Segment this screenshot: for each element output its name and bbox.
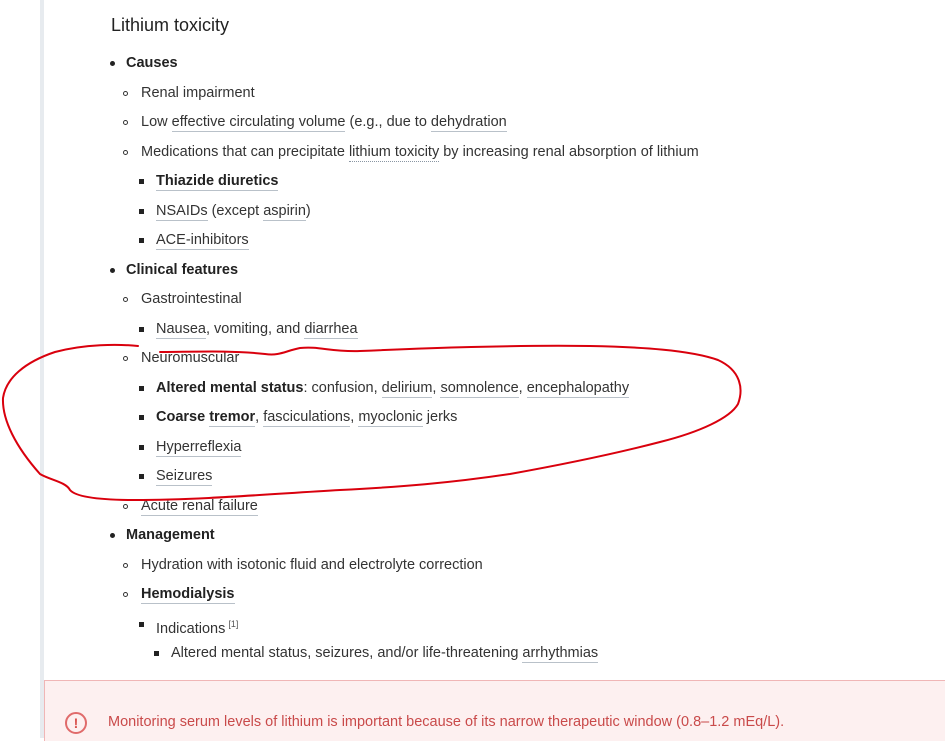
warning-callout: ! Monitoring serum levels of lithium is … [44, 680, 945, 741]
bullet-disc [110, 268, 115, 273]
link-tremor[interactable]: tremor [209, 409, 256, 427]
bullet-square [154, 651, 159, 656]
reference-link[interactable]: [1] [228, 619, 238, 629]
red-annotation-circle [1, 343, 742, 501]
med-thiazide: Thiazide diuretics [156, 171, 279, 191]
bullet-square [139, 179, 144, 184]
text: : confusion, [303, 380, 382, 396]
link-acute-renal-failure[interactable]: Acute renal failure [141, 498, 258, 516]
med-nsaids: NSAIDs (except aspirin) [156, 201, 311, 221]
gi-symptoms: Nausea, vomiting, and diarrhea [156, 319, 358, 339]
bullet-circle [123, 120, 128, 125]
alert-icon: ! [65, 712, 87, 734]
section-title: Lithium toxicity [111, 15, 230, 35]
management-label: Management [126, 527, 215, 543]
link-fasciculations[interactable]: fasciculations [263, 409, 351, 427]
bullet-square [139, 415, 144, 420]
clinical-gi: Gastrointestinal [141, 291, 242, 307]
cause-low-volume: Low effective circulating volume (e.g., … [141, 112, 507, 132]
bullet-circle [123, 356, 128, 361]
hemodialysis-indications: Indications [1] [156, 614, 238, 639]
link-encephalopathy[interactable]: encephalopathy [526, 380, 630, 398]
text: Medications that can precipitate [141, 144, 349, 160]
bullet-circle [123, 150, 128, 155]
management-hydration: Hydration with isotonic fluid and electr… [141, 557, 483, 573]
link-aspirin[interactable]: aspirin [263, 203, 306, 221]
med-ace: ACE-inhibitors [156, 230, 249, 250]
clinical-arf: Acute renal failure [141, 496, 258, 516]
text: , vomiting, and [205, 321, 305, 337]
link-dehydration[interactable]: dehydration [430, 114, 507, 132]
text: (except [207, 203, 264, 219]
bullet-circle [123, 91, 128, 96]
text: (e.g., due to [345, 114, 431, 130]
text: by increasing renal absorption of lithiu… [439, 144, 699, 160]
bullet-disc [110, 61, 115, 66]
link-arrhythmias[interactable]: arrhythmias [522, 645, 599, 663]
link-thiazide-diuretics[interactable]: Thiazide diuretics [156, 173, 279, 191]
link-nsaids[interactable]: NSAIDs [156, 203, 208, 221]
indications-detail: Altered mental status, seizures, and/or … [171, 643, 599, 663]
neuro-hyperreflexia: Hyperreflexia [156, 437, 242, 457]
clinical-label: Clinical features [126, 262, 239, 278]
management-hemodialysis: Hemodialysis [141, 584, 235, 604]
clinical-neuro: Neuromuscular [141, 350, 240, 366]
neuro-seizures: Seizures [156, 466, 213, 486]
bullet-square [139, 474, 144, 479]
link-seizures[interactable]: Seizures [156, 468, 213, 486]
text: , [518, 380, 527, 396]
bullet-square [139, 622, 144, 627]
neuro-ams: Altered mental status: confusion, deliri… [156, 378, 630, 398]
link-diarrhea[interactable]: diarrhea [304, 321, 358, 339]
cause-medications: Medications that can precipitate lithium… [141, 142, 699, 162]
bullet-circle [123, 297, 128, 302]
link-somnolence[interactable]: somnolence [440, 380, 519, 398]
text: jerks [422, 409, 458, 425]
link-delirium[interactable]: delirium [381, 380, 433, 398]
bullet-square [139, 386, 144, 391]
text: Low [141, 114, 172, 130]
link-hyperreflexia[interactable]: Hyperreflexia [156, 439, 242, 457]
bullet-square [139, 445, 144, 450]
link-ace-inhibitors[interactable]: ACE-inhibitors [156, 232, 249, 250]
alert-text: Monitoring serum levels of lithium is im… [108, 714, 785, 730]
link-hemodialysis[interactable]: Hemodialysis [141, 586, 235, 604]
left-border [40, 0, 44, 738]
text: , [255, 409, 264, 425]
neuro-tremor: Coarse tremor, fasciculations, myoclonic… [156, 407, 457, 427]
bullet-circle [123, 563, 128, 568]
bullet-square [139, 209, 144, 214]
causes-label: Causes [126, 55, 178, 71]
bullet-square [139, 238, 144, 243]
bullet-disc [110, 533, 115, 538]
text: Altered mental status, seizures, and/or … [171, 645, 523, 661]
bullet-square [139, 327, 144, 332]
link-effective-circulating-volume[interactable]: effective circulating volume [171, 114, 346, 132]
bullet-circle [123, 592, 128, 597]
text-bold: Altered mental status [156, 380, 304, 396]
link-myoclonic[interactable]: myoclonic [358, 409, 423, 427]
bullet-circle [123, 504, 128, 509]
text: Indications [156, 620, 226, 637]
cause-renal: Renal impairment [141, 85, 255, 101]
text: ) [305, 203, 311, 219]
link-nausea[interactable]: Nausea [156, 321, 206, 339]
link-lithium-toxicity[interactable]: lithium toxicity [348, 144, 440, 162]
text-bold: Coarse [156, 409, 210, 425]
